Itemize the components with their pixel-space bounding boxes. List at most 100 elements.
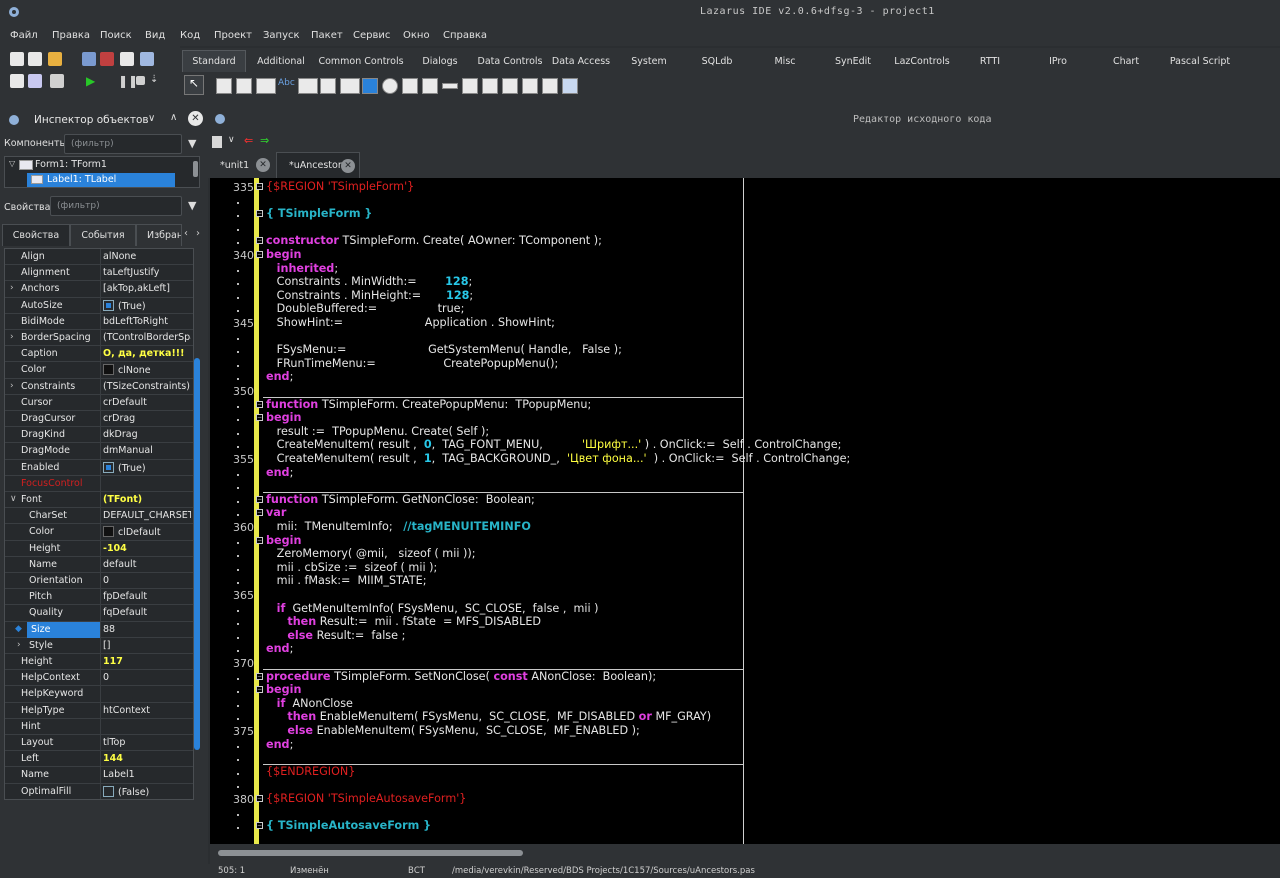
tree-item-label1[interactable]: Label1: TLabel: [47, 174, 116, 185]
property-row[interactable]: Hint: [5, 718, 193, 735]
tab-rtti[interactable]: RTTI: [958, 50, 1022, 72]
filter-icon[interactable]: ▼: [188, 137, 196, 150]
frame-icon[interactable]: [542, 78, 558, 94]
property-row[interactable]: › BorderSpacing (TControlBorderSpa: [5, 330, 193, 347]
popupmenu-icon[interactable]: [236, 78, 252, 94]
open-icon[interactable]: [48, 52, 62, 66]
fold-toggle-icon[interactable]: −: [256, 822, 263, 830]
editor-hscroll-thumb[interactable]: [218, 850, 523, 856]
tree-item-form1[interactable]: Form1: TForm1: [35, 159, 107, 170]
property-row[interactable]: Layout tlTop: [5, 735, 193, 752]
property-value[interactable]: fqDefault: [103, 607, 191, 618]
tab-synedit[interactable]: SynEdit: [820, 50, 886, 72]
tab-misc[interactable]: Misc: [752, 50, 818, 72]
chevron-up-icon[interactable]: ∧: [170, 112, 177, 123]
groupbox-icon[interactable]: [462, 78, 478, 94]
expand-icon[interactable]: ›: [10, 332, 14, 342]
property-value[interactable]: (TFont): [103, 494, 191, 505]
property-row[interactable]: Alignment taLeftJustify: [5, 265, 193, 282]
property-row[interactable]: › Anchors [akTop,akLeft]: [5, 281, 193, 298]
property-row[interactable]: Color clDefault: [5, 524, 193, 541]
property-row[interactable]: ∨ Font (TFont): [5, 492, 193, 509]
fold-toggle-icon[interactable]: −: [256, 672, 263, 680]
new-unit-icon[interactable]: [10, 52, 24, 66]
tab-unit1[interactable]: *unit1 ✕: [208, 152, 276, 178]
tab-chart[interactable]: Chart: [1094, 50, 1158, 72]
property-value[interactable]: 117: [103, 656, 191, 667]
code-editor[interactable]: 335 340 345 350 355 360 365 370 375 380 {$REGION …: [210, 178, 1280, 844]
pause-icon[interactable]: ❚❚: [118, 74, 138, 88]
fold-toggle-icon[interactable]: −: [256, 414, 263, 422]
panel-icon[interactable]: [522, 78, 538, 94]
edit-icon[interactable]: [298, 78, 318, 94]
property-row[interactable]: Enabled (True): [5, 459, 193, 476]
property-row[interactable]: Align alNone: [5, 249, 193, 266]
scrollbar-icon[interactable]: [442, 83, 458, 89]
property-value[interactable]: []: [103, 640, 191, 651]
close-file-icon[interactable]: [120, 52, 134, 66]
fold-toggle-icon[interactable]: −: [256, 686, 263, 694]
property-row[interactable]: DragCursor crDrag: [5, 411, 193, 428]
property-row[interactable]: ◆ Size 88: [5, 621, 193, 638]
property-row[interactable]: Orientation 0: [5, 573, 193, 590]
property-row[interactable]: HelpKeyword: [5, 686, 193, 703]
view-units-icon[interactable]: [10, 74, 24, 88]
view-forms-icon[interactable]: [140, 52, 154, 66]
property-row[interactable]: HelpType htContext: [5, 702, 193, 719]
menu-project[interactable]: Проект: [214, 30, 252, 41]
property-value[interactable]: DEFAULT_CHARSET: [103, 510, 191, 521]
tab-additional[interactable]: Additional: [248, 50, 314, 72]
tab-uancestors[interactable]: *uAncestors ✕: [276, 152, 360, 178]
property-row[interactable]: AutoSize (True): [5, 297, 193, 314]
property-value[interactable]: dkDrag: [103, 429, 191, 440]
property-value[interactable]: bdLeftToRight: [103, 316, 191, 327]
filter-icon[interactable]: ▼: [188, 199, 196, 212]
fold-toggle-icon[interactable]: −: [256, 795, 263, 802]
property-value[interactable]: (True): [103, 461, 191, 474]
close-icon[interactable]: ✕: [188, 111, 203, 126]
property-row[interactable]: Caption О, да, детка!!!: [5, 346, 193, 363]
listbox-icon[interactable]: [402, 78, 418, 94]
jump-back-icon[interactable]: ⇐: [244, 134, 253, 147]
property-value[interactable]: 0: [103, 575, 191, 586]
property-row[interactable]: Pitch fpDefault: [5, 589, 193, 606]
property-value[interactable]: -104: [103, 543, 191, 554]
new-form-icon[interactable]: [28, 52, 42, 66]
fold-toggle-icon[interactable]: −: [256, 509, 263, 517]
checkbox-icon[interactable]: [103, 785, 114, 797]
tab-data-controls[interactable]: Data Controls: [474, 50, 546, 72]
build-modes-icon[interactable]: [50, 74, 64, 88]
property-value[interactable]: tlTop: [103, 737, 191, 748]
menu-view[interactable]: Вид: [145, 30, 165, 41]
property-row[interactable]: Name Label1: [5, 767, 193, 784]
tab-properties[interactable]: Свойства: [2, 224, 70, 246]
property-row[interactable]: Quality fqDefault: [5, 605, 193, 622]
properties-filter-input[interactable]: (фильтр): [50, 196, 182, 216]
property-value[interactable]: 144: [103, 753, 191, 764]
stop-icon[interactable]: [136, 76, 145, 85]
property-row[interactable]: › Constraints (TSizeConstraints): [5, 378, 193, 395]
save-all-icon[interactable]: [100, 52, 114, 66]
property-value[interactable]: clNone: [103, 364, 191, 376]
property-value[interactable]: (True): [103, 299, 191, 312]
property-value[interactable]: (TSizeConstraints): [103, 381, 191, 392]
selection-tool-icon[interactable]: ↖: [184, 75, 204, 95]
menu-run[interactable]: Запуск: [263, 30, 300, 41]
property-grid-scrollbar[interactable]: [194, 358, 200, 750]
tab-dialogs[interactable]: Dialogs: [408, 50, 472, 72]
radiobutton-icon[interactable]: [382, 78, 398, 94]
menu-file[interactable]: Файл: [10, 30, 38, 41]
actionlist-icon[interactable]: [562, 78, 578, 94]
mainmenu-icon[interactable]: [216, 78, 232, 94]
property-value[interactable]: default: [103, 559, 191, 570]
checkbox-icon[interactable]: [103, 299, 114, 311]
property-value[interactable]: (TControlBorderSpa: [103, 332, 191, 343]
checkgroup-icon[interactable]: [502, 78, 518, 94]
property-value[interactable]: alNone: [103, 251, 191, 262]
chevron-down-icon[interactable]: ∨: [228, 135, 235, 145]
tab-ipro[interactable]: IPro: [1024, 50, 1092, 72]
tab-system[interactable]: System: [616, 50, 682, 72]
tab-standard[interactable]: Standard: [182, 50, 246, 72]
fold-toggle-icon[interactable]: −: [256, 183, 263, 190]
run-icon[interactable]: ▶: [86, 74, 100, 88]
